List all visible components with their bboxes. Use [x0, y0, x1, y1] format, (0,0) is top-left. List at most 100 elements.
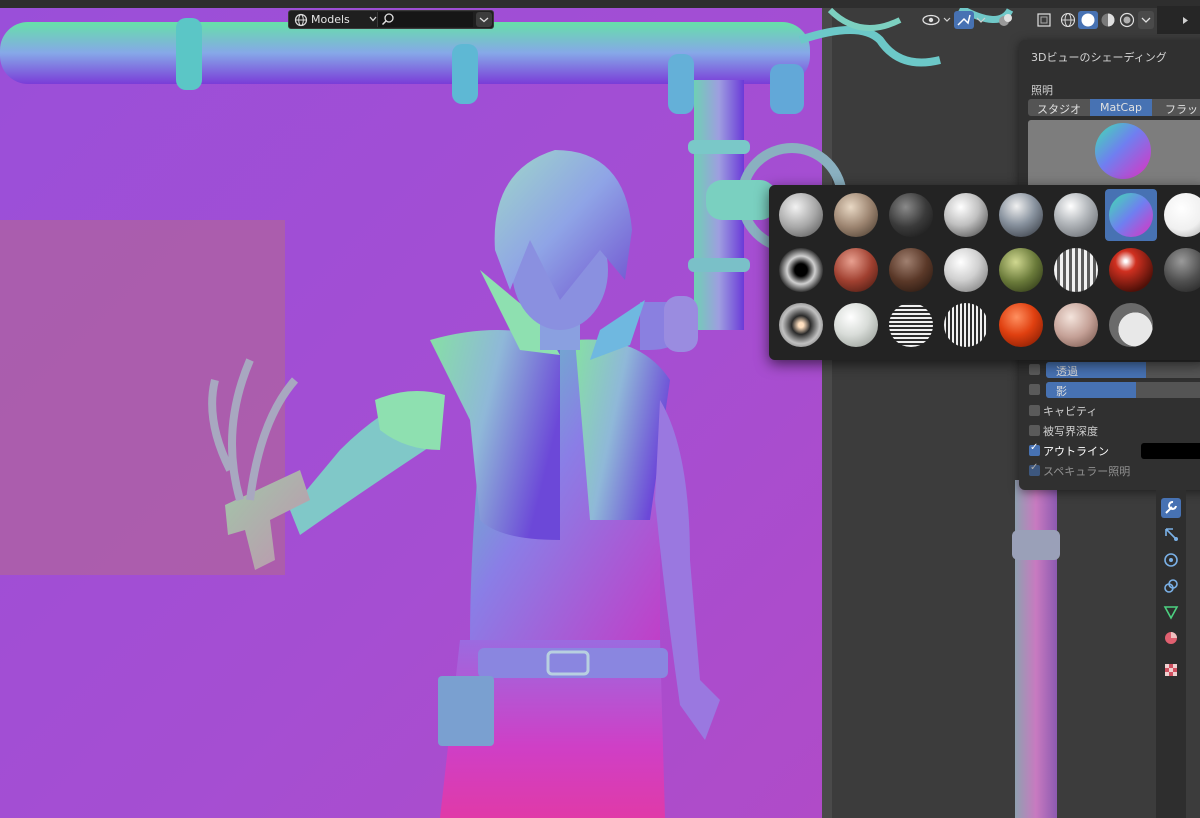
- option-outline[interactable]: アウトライン: [1029, 442, 1139, 459]
- xray-checkbox[interactable]: [1029, 364, 1040, 375]
- matcap-orange[interactable]: [995, 299, 1047, 351]
- tab-physics[interactable]: [1161, 550, 1181, 570]
- shading-popover-chevron-icon: [1141, 17, 1151, 23]
- matcap-glass[interactable]: [775, 299, 827, 351]
- matcap-clay-brown[interactable]: [830, 189, 882, 241]
- depth-of-field-checkbox[interactable]: [1029, 425, 1040, 436]
- matcap-clay-gray-ball: [779, 193, 823, 237]
- workspace-selector[interactable]: Models: [288, 10, 494, 29]
- lighting-mode-matcap[interactable]: MatCap: [1090, 99, 1152, 116]
- lighting-mode-selector: スタジオ MatCap フラット: [1028, 99, 1200, 116]
- object-data-icon: [1163, 606, 1179, 620]
- option-shadow: 影 0: [1029, 382, 1200, 398]
- shadow-slider[interactable]: 影 0: [1046, 382, 1200, 398]
- matcap-white[interactable]: [1160, 189, 1200, 241]
- search-input[interactable]: [377, 12, 473, 27]
- chevron-down-icon[interactable]: [369, 14, 377, 24]
- matcap-skin[interactable]: [1050, 299, 1102, 351]
- matcap-striped-metal[interactable]: [1050, 244, 1102, 296]
- matcap-vertical-lines-ball: [944, 303, 988, 347]
- wireframe-shading-button[interactable]: [1058, 11, 1078, 29]
- lighting-mode-flat[interactable]: フラット: [1152, 101, 1200, 116]
- matcap-red-gloss[interactable]: [1105, 244, 1157, 296]
- overlay-button[interactable]: [996, 11, 1016, 29]
- outline-label: アウトライン: [1043, 445, 1109, 458]
- xray-button[interactable]: [1034, 11, 1054, 29]
- matcap-charcoal[interactable]: [1160, 244, 1200, 296]
- wrench-icon: [1165, 501, 1177, 514]
- option-depth-of-field[interactable]: 被写界深度: [1029, 423, 1179, 439]
- matcap-silver[interactable]: [940, 189, 992, 241]
- matcap-olive-ball: [999, 248, 1043, 292]
- sidebar-toggle[interactable]: [1157, 6, 1200, 34]
- matcap-pearl-ball: [834, 303, 878, 347]
- matcap-olive[interactable]: [995, 244, 1047, 296]
- matcap-horizontal-lines-ball: [889, 303, 933, 347]
- option-specular-lighting[interactable]: スペキュラー照明: [1029, 462, 1179, 479]
- matcap-pearl[interactable]: [830, 299, 882, 351]
- physics-icon: [1164, 553, 1178, 567]
- lighting-mode-studio[interactable]: スタジオ: [1028, 101, 1090, 116]
- option-xray-transparency: 透過: [1029, 362, 1200, 378]
- tab-modifiers[interactable]: [1161, 498, 1181, 518]
- matcap-light-gray-ball: [944, 248, 988, 292]
- matcap-glossy-gray-ball: [1054, 193, 1098, 237]
- texture-icon: [1165, 664, 1177, 676]
- matcap-dark-brown[interactable]: [885, 244, 937, 296]
- 3d-viewport[interactable]: Models 3Dビューのシェーディング 照明 スタジオ MatCap フラッ …: [0, 0, 1200, 818]
- workspace-label: Models: [311, 13, 350, 26]
- xray-slider[interactable]: 透過: [1046, 362, 1200, 378]
- rendered-shading-button[interactable]: [1118, 11, 1136, 29]
- matcap-red-clay[interactable]: [830, 244, 882, 296]
- outline-checkbox[interactable]: [1029, 442, 1040, 456]
- visibility-icon: [922, 14, 951, 26]
- gizmo-button[interactable]: [954, 11, 974, 29]
- matcap-chrome[interactable]: [995, 189, 1047, 241]
- constraints-icon: [1164, 579, 1178, 593]
- matcap-orange-ball: [999, 303, 1043, 347]
- cavity-checkbox[interactable]: [1029, 405, 1040, 416]
- matcap-dark-gray[interactable]: [885, 189, 937, 241]
- matcap-silver-ball: [944, 193, 988, 237]
- matcap-clay-gray[interactable]: [775, 189, 827, 241]
- matcap-black-metal[interactable]: [775, 244, 827, 296]
- matcap-normal-rainbow-ball: [1109, 193, 1153, 237]
- chevron-down-icon: [479, 17, 489, 23]
- matcap-black-metal-ball: [779, 248, 823, 292]
- option-cavity[interactable]: キャビティ: [1029, 403, 1179, 419]
- overlay-icon: [999, 14, 1012, 26]
- tab-object-data[interactable]: [1161, 602, 1181, 622]
- tab-material[interactable]: [1161, 628, 1181, 648]
- tab-particles[interactable]: [1161, 524, 1181, 544]
- matcap-dark-brown-ball: [889, 248, 933, 292]
- solid-shading-icon: [1081, 13, 1095, 27]
- globe-icon: [294, 13, 308, 27]
- shading-popover-toggle[interactable]: [1138, 11, 1154, 29]
- matcap-vertical-lines[interactable]: [940, 299, 992, 351]
- outline-color-swatch[interactable]: [1141, 443, 1200, 459]
- gizmo-dropdown[interactable]: [974, 11, 988, 29]
- play-arrow-icon: [1183, 17, 1188, 24]
- material-preview-button[interactable]: [1098, 11, 1118, 29]
- matcap-red-gloss-ball: [1109, 248, 1153, 292]
- matcap-toon-white[interactable]: [1105, 299, 1157, 351]
- specular-lighting-checkbox[interactable]: [1029, 462, 1040, 476]
- solid-shading-button[interactable]: [1078, 11, 1098, 29]
- viewport-header: [0, 0, 1200, 8]
- search-options-button[interactable]: [476, 12, 492, 27]
- particles-icon: [1165, 528, 1178, 541]
- tab-texture[interactable]: [1161, 660, 1181, 680]
- matcap-glossy-gray[interactable]: [1050, 189, 1102, 241]
- matcap-normal-rainbow[interactable]: [1105, 189, 1157, 241]
- matcap-clay-brown-ball: [834, 193, 878, 237]
- shadow-checkbox[interactable]: [1029, 384, 1040, 395]
- matcap-charcoal-ball: [1164, 248, 1200, 292]
- matcap-horizontal-lines[interactable]: [885, 299, 937, 351]
- matcap-skin-ball: [1054, 303, 1098, 347]
- matcap-light-gray[interactable]: [940, 244, 992, 296]
- xray-icon: [1037, 13, 1051, 27]
- tab-constraints[interactable]: [1161, 576, 1181, 596]
- matcap-dark-gray-ball: [889, 193, 933, 237]
- lighting-label: 照明: [1031, 84, 1053, 97]
- visibility-button[interactable]: [920, 11, 954, 29]
